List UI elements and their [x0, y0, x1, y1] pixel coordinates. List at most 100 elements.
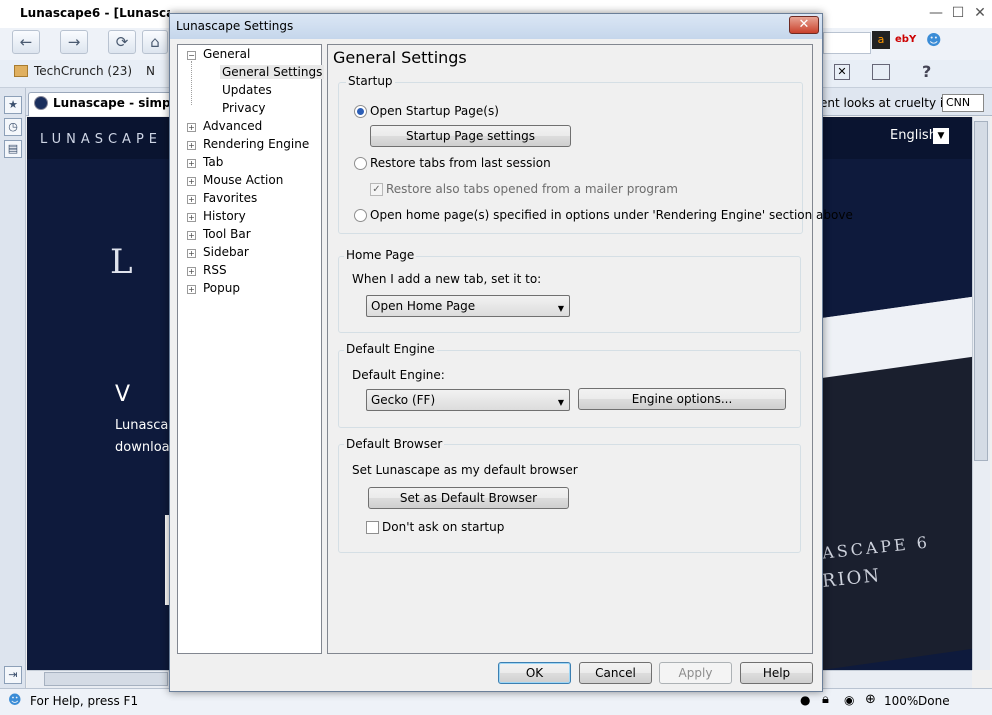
- set-default-browser-button[interactable]: Set as Default Browser: [368, 487, 569, 509]
- tree-item-sidebar[interactable]: Sidebar: [203, 245, 249, 259]
- expand-icon[interactable]: +: [187, 249, 196, 258]
- radio-open-startup[interactable]: [354, 105, 367, 118]
- horizontal-scroll-thumb[interactable]: [44, 672, 168, 686]
- default-engine-select[interactable]: Gecko (FF) ▼: [366, 389, 570, 411]
- checkbox-restore-mailer-label[interactable]: Restore also tabs opened from a mailer p…: [386, 182, 678, 196]
- new-tab-select[interactable]: Open Home Page ▼: [366, 295, 570, 317]
- tree-item-mouse-action[interactable]: Mouse Action: [203, 173, 283, 187]
- tree-item-tab[interactable]: Tab: [203, 155, 223, 169]
- default-browser-group-label: Default Browser: [344, 437, 445, 451]
- panel-title: General Settings: [333, 48, 467, 67]
- home-page-group-label: Home Page: [344, 248, 417, 262]
- browser-title: Lunascape6 - [Lunascape - simple, smart,…: [20, 6, 170, 20]
- tree-item-privacy[interactable]: Privacy: [222, 101, 265, 115]
- back-icon[interactable]: ←: [12, 30, 40, 54]
- maximize-button[interactable]: ☐: [948, 4, 968, 22]
- sidebar-strip: [0, 88, 26, 688]
- default-engine-group-label: Default Engine: [344, 342, 437, 356]
- lock-icon: 🔒︎: [822, 692, 829, 707]
- expand-icon[interactable]: +: [187, 159, 196, 168]
- tree-item-tool-bar[interactable]: Tool Bar: [203, 227, 251, 241]
- expand-icon[interactable]: +: [187, 213, 196, 222]
- sidebar-toggle-icon[interactable]: ⇥: [4, 666, 22, 684]
- tree-item-rendering-engine[interactable]: Rendering Engine: [203, 137, 309, 151]
- layout-grid-icon[interactable]: [872, 64, 890, 80]
- rss-icon[interactable]: ▤: [4, 140, 22, 158]
- dialog-close-button[interactable]: ✕: [789, 16, 819, 34]
- default-engine-select-value: Gecko (FF): [371, 393, 436, 407]
- tree-item-history[interactable]: History: [203, 209, 246, 223]
- default-browser-prompt: Set Lunascape as my default browser: [352, 463, 578, 477]
- chevron-down-icon: ▼: [557, 304, 564, 313]
- settings-tree[interactable]: [177, 44, 322, 654]
- hero-line1: Lunascap: [115, 418, 177, 433]
- help-icon[interactable]: ?: [922, 62, 931, 81]
- reload-icon[interactable]: ⟳: [108, 30, 136, 54]
- radio-restore-tabs[interactable]: [354, 157, 367, 170]
- tree-item-advanced[interactable]: Advanced: [203, 119, 262, 133]
- zoom-icon[interactable]: ⊕: [865, 692, 876, 707]
- checkbox-dont-ask-label[interactable]: Don't ask on startup: [382, 520, 504, 534]
- tab-favicon-icon: [34, 96, 48, 110]
- chevron-down-icon[interactable]: ▼: [933, 128, 949, 144]
- chevron-down-icon: ▼: [557, 398, 564, 407]
- expand-icon[interactable]: +: [187, 231, 196, 240]
- expand-icon[interactable]: +: [187, 195, 196, 204]
- vertical-scroll-thumb[interactable]: [974, 121, 988, 461]
- zoom-level[interactable]: 100%: [884, 694, 918, 708]
- radio-restore-tabs-label[interactable]: Restore tabs from last session: [370, 156, 551, 170]
- forward-icon[interactable]: →: [60, 30, 88, 54]
- radio-open-home-label[interactable]: Open home page(s) specified in options u…: [370, 208, 853, 222]
- tab-active[interactable]: Lunascape - simpl...: [28, 92, 178, 116]
- checkbox-dont-ask[interactable]: [366, 521, 379, 534]
- lunascape-status-icon: ☻: [8, 693, 22, 708]
- tree-item-popup[interactable]: Popup: [203, 281, 240, 295]
- engine-options-button[interactable]: Engine options...: [578, 388, 786, 410]
- tree-item-general-settings[interactable]: General Settings: [220, 65, 325, 79]
- eye-icon[interactable]: ◉: [844, 693, 854, 707]
- radio-open-startup-label[interactable]: Open Startup Page(s): [370, 104, 499, 118]
- security-icon: ●: [800, 693, 811, 707]
- tree-item-favorites[interactable]: Favorites: [203, 191, 257, 205]
- help-button[interactable]: Help: [740, 662, 813, 684]
- bookmark-techcrunch[interactable]: TechCrunch (23): [34, 64, 132, 78]
- expand-icon[interactable]: +: [187, 285, 196, 294]
- expand-icon[interactable]: +: [187, 141, 196, 150]
- ebay-icon[interactable]: ebY: [895, 31, 916, 49]
- status-done: Done: [918, 694, 950, 708]
- ok-button[interactable]: OK: [498, 662, 571, 684]
- language-select[interactable]: English: [890, 128, 937, 143]
- default-engine-prompt: Default Engine:: [352, 368, 445, 382]
- amazon-icon[interactable]: a: [872, 31, 890, 49]
- tree-item-general[interactable]: General: [203, 47, 250, 61]
- apply-button[interactable]: Apply: [659, 662, 732, 684]
- collapse-icon[interactable]: −: [187, 51, 196, 60]
- bookmark-n[interactable]: N: [146, 64, 166, 80]
- cancel-button[interactable]: Cancel: [579, 662, 652, 684]
- startup-page-settings-button[interactable]: Startup Page settings: [370, 125, 571, 147]
- search-engine-select[interactable]: CNN: [942, 94, 984, 112]
- checkbox-restore-mailer[interactable]: ✓: [370, 183, 383, 196]
- tree-item-updates[interactable]: Updates: [222, 83, 272, 97]
- dialog-title: Lunascape Settings: [176, 19, 294, 33]
- lunascape-menu-icon[interactable]: ☻: [926, 31, 944, 49]
- hero-letter: V: [115, 382, 131, 407]
- radio-open-home[interactable]: [354, 209, 367, 222]
- history-clock-icon[interactable]: ◷: [4, 118, 22, 136]
- browser-close-button[interactable]: ✕: [970, 4, 990, 22]
- tree-item-rss[interactable]: RSS: [203, 263, 227, 277]
- expand-icon[interactable]: +: [187, 123, 196, 132]
- tree-line: [191, 61, 192, 105]
- close-tab-icon[interactable]: ✕: [834, 64, 850, 80]
- lunascape-logo: LUNASCAPE: [40, 132, 163, 147]
- expand-icon[interactable]: +: [187, 267, 196, 276]
- home-icon[interactable]: ⌂: [142, 30, 168, 54]
- home-page-prompt: When I add a new tab, set it to:: [352, 272, 542, 286]
- minimize-button[interactable]: —: [926, 4, 946, 22]
- startup-group-label: Startup: [346, 74, 395, 88]
- search-box[interactable]: [823, 32, 871, 54]
- expand-icon[interactable]: +: [187, 177, 196, 186]
- new-tab-select-value: Open Home Page: [371, 299, 476, 313]
- favorites-star-icon[interactable]: ★: [4, 96, 22, 114]
- tab-other[interactable]: ent looks at cruelty i...: [820, 96, 955, 110]
